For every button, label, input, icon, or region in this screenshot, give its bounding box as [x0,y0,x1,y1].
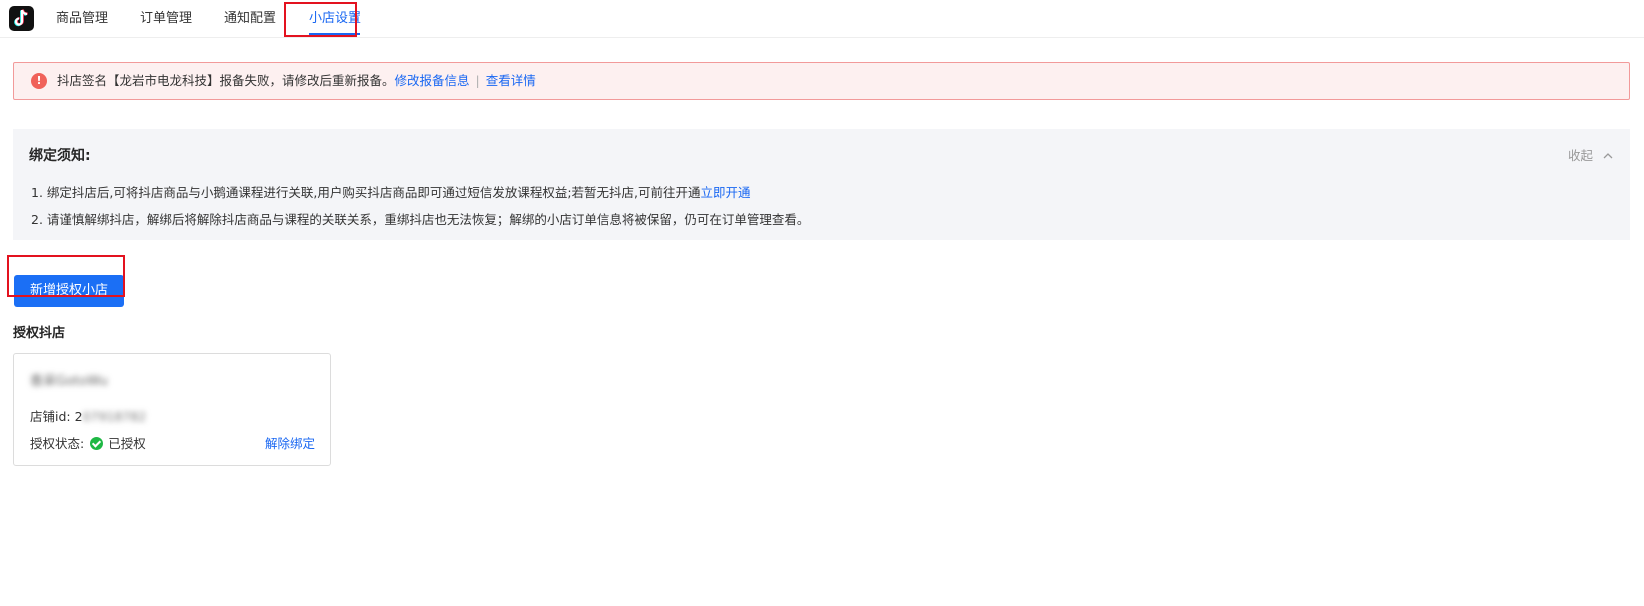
unbind-link[interactable]: 解除绑定 [265,433,315,452]
page: 商品管理 订单管理 通知配置 小店设置 ! 抖店签名【龙岩市电龙科技】报备失败，… [0,0,1644,606]
binding-notice: 绑定须知: 收起 1. 绑定抖店后,可将抖店商品与小鹅通课程进行关联,用户购买抖… [13,129,1630,240]
add-authorized-shop-button[interactable]: 新增授权小店 [14,275,124,307]
alert-message: 抖店签名【龙岩市电龙科技】报备失败，请修改后重新报备。 [57,73,395,88]
active-tab-indicator [309,33,360,35]
shop-id-row: 店铺id: 207918782 [30,406,146,425]
collapse-label: 收起 [1568,148,1594,163]
tab-shop-settings[interactable]: 小店设置 [298,0,368,38]
link-separator: | [475,73,480,88]
collapse-button[interactable]: 收起 [1568,145,1613,164]
chevron-up-icon [1603,153,1613,159]
notice-line-2: 2. 请谨慎解绑抖店，解绑后将解除抖店商品与课程的关联关系，重绑抖店也无法恢复；… [31,212,810,227]
tab-shop-settings-label: 小店设置 [309,11,362,26]
exclamation-circle-icon: ! [31,73,47,89]
notice-line-1-text: 1. 绑定抖店后,可将抖店商品与小鹅通课程进行关联,用户购买抖店商品即可通过短信… [31,185,701,200]
shop-id-label: 店铺id: 2 [30,409,83,424]
alert-text: 抖店签名【龙岩市电龙科技】报备失败，请修改后重新报备。修改报备信息 | 查看详情 [57,63,536,99]
shop-card: 香采GotoWu 店铺id: 207918782 授权状态: 已授权 解除绑定 [13,353,331,466]
error-alert: ! 抖店签名【龙岩市电龙科技】报备失败，请修改后重新报备。修改报备信息 | 查看详情 [13,62,1630,100]
tab-order-management[interactable]: 订单管理 [140,0,192,38]
open-now-link[interactable]: 立即开通 [701,185,751,200]
auth-status-row: 授权状态: 已授权 [30,433,146,452]
auth-status-label: 授权状态: [30,436,85,451]
check-circle-icon [90,437,104,450]
shop-name: 香采GotoWu [30,374,108,389]
view-details-link[interactable]: 查看详情 [486,73,536,88]
shop-id-value: 07918782 [82,409,147,424]
tiktok-logo-icon [9,6,34,31]
modify-filing-link[interactable]: 修改报备信息 [395,73,470,88]
auth-status-value: 已授权 [108,436,146,451]
authorized-shops-title: 授权抖店 [13,326,66,341]
notice-line-1: 1. 绑定抖店后,可将抖店商品与小鹅通课程进行关联,用户购买抖店商品即可通过短信… [31,182,751,201]
tab-product-management[interactable]: 商品管理 [56,0,108,38]
tab-notification-config[interactable]: 通知配置 [224,0,276,38]
notice-title: 绑定须知: [29,148,91,164]
top-nav: 商品管理 订单管理 通知配置 小店设置 [0,0,1644,38]
